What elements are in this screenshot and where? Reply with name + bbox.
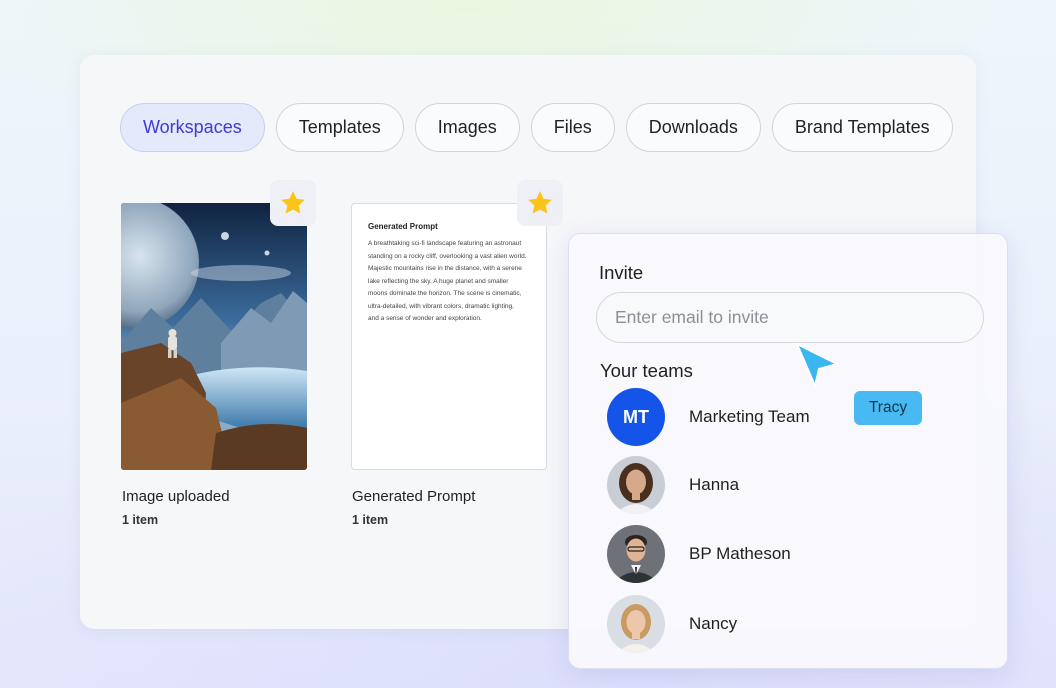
member-name: BP Matheson bbox=[689, 544, 791, 563]
pointer-cursor-icon bbox=[795, 342, 841, 393]
card-item-count: 1 item bbox=[122, 513, 159, 527]
member-name: Nancy bbox=[689, 614, 738, 633]
card-item-count: 1 item bbox=[352, 513, 389, 527]
image-thumbnail[interactable] bbox=[121, 203, 307, 470]
teams-heading: Your teams bbox=[600, 360, 693, 381]
tab-bar: Workspaces Templates Images Files Downlo… bbox=[120, 103, 953, 152]
card-title: Generated Prompt bbox=[352, 488, 476, 505]
star-icon bbox=[281, 191, 305, 214]
document-line: Majestic mountains rise in the distance,… bbox=[368, 265, 522, 272]
avatar bbox=[607, 525, 665, 583]
tab-downloads[interactable]: Downloads bbox=[625, 103, 761, 152]
document-line: A breathtaking sci-fi landscape featurin… bbox=[368, 240, 522, 247]
tab-brand-templates[interactable]: Brand Templates bbox=[771, 103, 953, 152]
member-name: Marketing Team bbox=[689, 407, 810, 426]
tab-files[interactable]: Files bbox=[530, 103, 615, 152]
astronaut-landscape-image bbox=[121, 203, 307, 470]
invite-email-input[interactable] bbox=[596, 292, 984, 343]
document-body: A breathtaking sci-fi landscape featurin… bbox=[368, 238, 530, 326]
favorite-star-button[interactable] bbox=[517, 180, 563, 226]
tab-images[interactable]: Images bbox=[414, 103, 520, 152]
avatar bbox=[607, 456, 665, 514]
document-line: and a sense of wonder and exploration. bbox=[368, 315, 482, 322]
member-name: Hanna bbox=[689, 475, 740, 494]
document-line: lake reflecting the sky. A huge planet a… bbox=[368, 277, 509, 285]
team-member-row[interactable]: Hanna bbox=[607, 455, 739, 515]
card-title: Image uploaded bbox=[122, 488, 230, 505]
tab-templates[interactable]: Templates bbox=[275, 103, 404, 152]
team-avatar: MT bbox=[607, 388, 665, 446]
team-member-row[interactable]: Nancy bbox=[607, 594, 737, 654]
tab-workspaces[interactable]: Workspaces bbox=[120, 103, 265, 152]
document-thumbnail[interactable]: Generated Prompt A breathtaking sci-fi l… bbox=[351, 203, 547, 470]
invite-panel: Invite Your teams MT Marketing Team Hann… bbox=[568, 233, 1008, 669]
avatar bbox=[607, 595, 665, 653]
team-member-row[interactable]: BP Matheson bbox=[607, 524, 791, 584]
document-line: moons dominate the horizon. The scene is… bbox=[368, 290, 522, 297]
team-member-row[interactable]: MT Marketing Team bbox=[607, 387, 810, 447]
invite-heading: Invite bbox=[599, 262, 644, 283]
favorite-star-button[interactable] bbox=[270, 180, 316, 226]
document-title: Generated Prompt bbox=[368, 222, 438, 231]
document-line: standing on a rocky cliff, overlooking a… bbox=[368, 252, 527, 260]
document-line: ultra-detailed, with vibrant colors, dra… bbox=[368, 302, 514, 310]
star-icon bbox=[528, 191, 552, 214]
collaborator-cursor-tag: Tracy bbox=[854, 391, 922, 425]
